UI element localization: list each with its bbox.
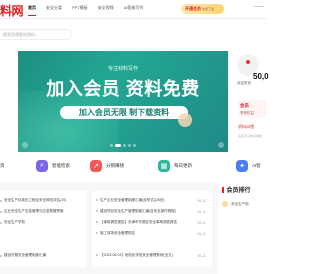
feature-label: 每日更新 (174, 163, 192, 168)
member-ranking: 会员排行 安全生产网 (218, 183, 267, 274)
member-title: 会员 (240, 103, 249, 108)
carousel-dot-active[interactable] (115, 144, 121, 147)
avatar (222, 201, 228, 207)
top-bar: 料网 首页 安全分类 PPT模板 安全视频 AI智能写作 开通会员 免费下载 (0, 0, 267, 19)
ranking-title: 会员排行 (222, 185, 251, 194)
nav-safety-category[interactable]: 安全分类 (46, 5, 62, 11)
list-item[interactable]: 【2023-06-03】危险化学品安全管理条例(全文) 06-11 (96, 250, 206, 261)
hand-icon (178, 113, 192, 127)
list-item[interactable]: 企业安全生产应急管理与应急救援预案 (0, 206, 80, 217)
member-sub: 享受权益 (240, 111, 254, 115)
promo-banner[interactable]: 专注材料写作 加入会员 资料免费 加入会员无限 制下载资料 (18, 51, 228, 152)
list-item[interactable]: 建设项目安全生产管理制度汇编(含安全操作规程) 06-11 (96, 206, 206, 217)
vip-sub-label: 免费下载 (202, 7, 215, 11)
banner-headline: 加入会员 资料免费 (46, 79, 200, 99)
resource-count: 50,0 (253, 72, 269, 81)
vip-label: 开通会员 (185, 6, 201, 11)
member-card[interactable]: 会员 享受权益 (238, 100, 267, 118)
report-sub-link[interactable]: 违法不良信息举报 (238, 134, 262, 138)
feature-smart-search[interactable]: ⌕ 智能检索 (36, 155, 70, 177)
list-item (0, 228, 80, 239)
carousel-dots (18, 144, 228, 147)
list-item (0, 239, 80, 250)
carousel-dot[interactable] (133, 144, 136, 147)
report-label: 资料纠错 (238, 124, 254, 129)
nav-ppt-templates[interactable]: PPT模板 (72, 5, 88, 11)
report-link[interactable]: 资料纠错 (238, 121, 267, 133)
feature-label: AI智 (252, 163, 261, 168)
main-nav: 首页 安全分类 PPT模板 安全视频 AI智能写作 (28, 5, 154, 16)
list-item[interactable]: 建设开展安全管理制度汇编 (0, 250, 80, 261)
list-item[interactable]: 安全生产标准化工程及安全风险评估(10) (0, 195, 80, 206)
carousel-dot[interactable] (110, 144, 113, 147)
calendar-icon: ▦ (158, 160, 170, 172)
list-item[interactable]: 生产企业安全管理制度汇编(含样式)(26页) 06-11 (96, 195, 206, 206)
list-item[interactable]: 施工现场安全管理规定 06-11 (96, 228, 206, 239)
nav-safety-video[interactable]: 安全视频 (98, 5, 114, 11)
banner-cta[interactable]: 加入会员无限 制下载资料 (60, 106, 188, 119)
carousel-dot[interactable] (128, 144, 131, 147)
nav-ai-writing[interactable]: AI智能写作 (124, 5, 144, 11)
ranking-item[interactable]: 安全生产网 (222, 201, 249, 207)
search-input[interactable]: 搜索您想要的资料... (0, 29, 72, 40)
feature-distribution[interactable]: ↗ 分销赚钱 (90, 155, 124, 177)
banner-tag: 专注材料写作 (107, 66, 138, 72)
carousel-dot[interactable] (123, 144, 126, 147)
ai-icon: ✦ (236, 160, 248, 172)
search-icon: ⌕ (36, 160, 48, 172)
feature-docs[interactable]: 资 (0, 155, 5, 177)
list-item (96, 239, 206, 250)
menu-icon[interactable] (254, 6, 264, 7)
feature-daily-update[interactable]: ▦ 每日更新 (158, 155, 192, 177)
ranking-name: 安全生产网 (231, 201, 249, 206)
list-item[interactable]: 安全生产学校 (0, 217, 80, 228)
notification-badge (246, 60, 250, 64)
feature-label: 智能检索 (52, 163, 70, 168)
right-list: 生产企业安全管理制度汇编(含样式)(26页) 06-11 建设项目安全生产管理制度… (96, 195, 206, 261)
list-item[interactable]: 【事故调查报告】天津市东丽区安全事故调查报告 06-11 (96, 217, 206, 228)
left-list: 安全生产标准化工程及安全风险评估(10) 企业安全生产应急管理与应急救援预案 安… (0, 195, 80, 261)
feature-label: 资 (0, 163, 5, 168)
feature-ai[interactable]: ✦ AI智 (236, 155, 261, 177)
site-logo[interactable]: 料网 (0, 2, 24, 19)
nav-home[interactable]: 首页 (28, 5, 36, 16)
feature-row: 资 ⌕ 智能检索 ↗ 分销赚钱 ▦ 每日更新 ✦ AI智 (0, 155, 267, 179)
feature-label: 分销赚钱 (106, 163, 124, 168)
share-icon: ↗ (90, 160, 102, 172)
vip-button[interactable]: 开通会员 免费下载 (181, 4, 224, 14)
